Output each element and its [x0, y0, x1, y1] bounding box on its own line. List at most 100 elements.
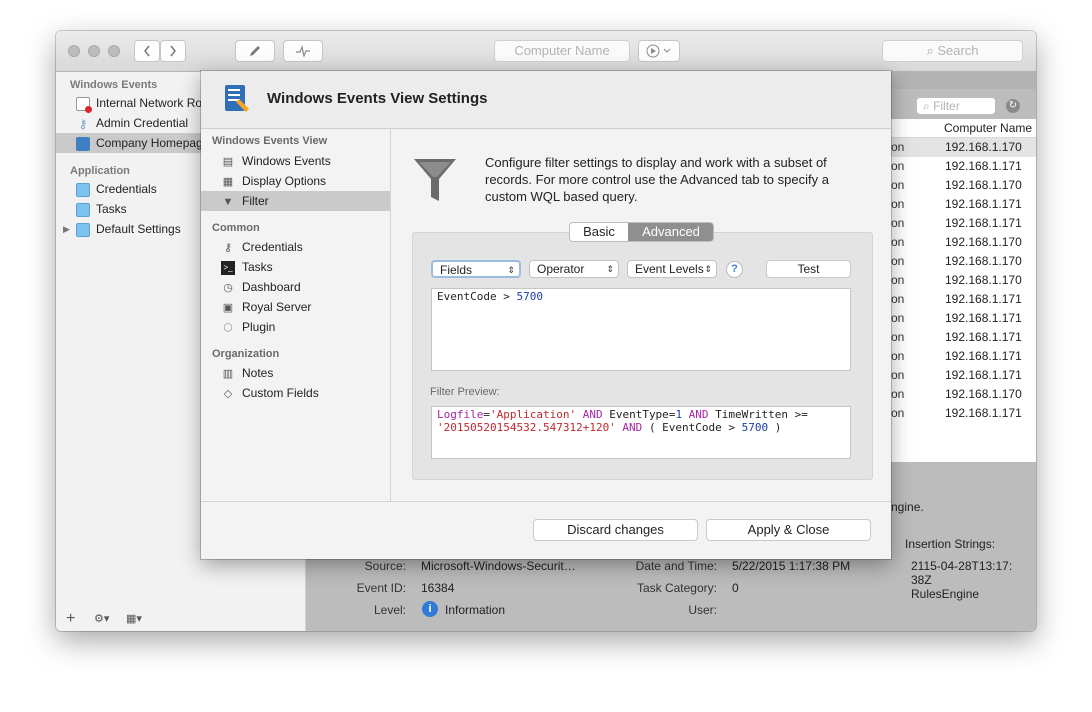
row-cell-truncated: on	[891, 159, 905, 173]
row-cell-computer-name: 192.168.1.170	[945, 235, 1022, 249]
table-row[interactable]: on 192.168.1.170	[891, 252, 1036, 271]
filter-funnel-icon	[414, 159, 456, 201]
table-row[interactable]: on 192.168.1.170	[891, 138, 1036, 157]
table-row[interactable]: on 192.168.1.171	[891, 309, 1036, 328]
activity-button[interactable]	[283, 40, 323, 62]
row-cell-truncated: on	[891, 330, 905, 344]
row-cell-computer-name: 192.168.1.171	[945, 311, 1022, 325]
server-icon: ▣	[222, 301, 234, 314]
gear-icon[interactable]: ⚙▾	[94, 612, 109, 625]
nav-item-notes[interactable]: ▥ Notes	[221, 363, 390, 383]
nav-item-tasks[interactable]: >_ Tasks	[221, 257, 390, 277]
toolbar: Computer Name ⌕ Search	[56, 31, 1036, 72]
table-row[interactable]: on 192.168.1.171	[891, 347, 1036, 366]
windows-events-app-icon	[225, 85, 249, 112]
query-editor[interactable]: EventCode > 5700	[431, 288, 851, 371]
event-id-label: Event ID:	[356, 581, 406, 595]
operator-popup[interactable]: Operator ⇕	[529, 260, 619, 278]
filter-description: Configure filter settings to display and…	[485, 155, 829, 204]
sheet-header: Windows Events View Settings	[201, 71, 891, 129]
tab-basic[interactable]: Basic	[570, 223, 628, 241]
row-cell-truncated: on	[891, 216, 905, 230]
row-cell-computer-name: 192.168.1.171	[945, 330, 1022, 344]
forward-button[interactable]	[160, 40, 186, 62]
discard-changes-button[interactable]: Discard changes	[533, 519, 698, 541]
search-icon: ⌕	[923, 99, 934, 113]
insertion-strings-label: Insertion Strings:	[905, 537, 996, 551]
sidebar-item-admin-credential[interactable]: ⚷ Admin Credential	[76, 113, 188, 133]
insertion-strings-line-3: RulesEngine	[911, 587, 980, 601]
event-levels-popup[interactable]: Event Levels ⇕	[627, 260, 717, 278]
row-cell-computer-name: 192.168.1.171	[945, 292, 1022, 306]
sidebar-item-default-settings[interactable]: Default Settings	[76, 219, 181, 239]
chevron-left-icon	[144, 45, 150, 57]
filter-icon: ▼	[222, 195, 234, 208]
table-row[interactable]: on 192.168.1.171	[891, 195, 1036, 214]
column-header-computer-name[interactable]: Computer Name	[891, 119, 1036, 138]
insertion-strings-line-2: 38Z	[911, 573, 932, 587]
search-field[interactable]: ⌕ Search	[882, 40, 1023, 62]
folder-icon	[76, 222, 90, 237]
row-cell-truncated: on	[891, 254, 905, 268]
nav-item-windows-events[interactable]: ▤ Windows Events	[221, 151, 390, 171]
disclosure-triangle-icon[interactable]: ▶	[63, 224, 70, 235]
test-button[interactable]: Test	[766, 260, 851, 278]
sidebar-item-internal-network[interactable]: Internal Network Ro	[76, 93, 202, 113]
updown-arrow-icon: ⇕	[507, 265, 515, 275]
computer-name-field[interactable]: Computer Name	[494, 40, 630, 62]
table-row[interactable]: on 192.168.1.171	[891, 157, 1036, 176]
tag-icon: ◇	[223, 387, 233, 400]
table-row[interactable]: on 192.168.1.170	[891, 271, 1036, 290]
row-cell-truncated: on	[891, 387, 905, 401]
nav-item-credentials[interactable]: ⚷ Credentials	[221, 237, 390, 257]
tab-advanced[interactable]: Advanced	[628, 223, 713, 241]
close-window-button[interactable]	[68, 45, 80, 57]
play-menu-button[interactable]	[638, 40, 680, 62]
row-cell-truncated: on	[891, 140, 905, 154]
table-row[interactable]: on 192.168.1.171	[891, 290, 1036, 309]
level-value: Information	[445, 603, 506, 617]
zoom-window-button[interactable]	[108, 45, 120, 57]
fields-popup[interactable]: Fields ⇕	[431, 260, 521, 278]
grid-view-icon[interactable]: ▦▾	[126, 612, 142, 625]
help-button[interactable]: ?	[726, 261, 743, 278]
back-button[interactable]	[134, 40, 160, 62]
refresh-icon[interactable]: ↻	[1006, 99, 1020, 113]
table-row[interactable]: on 192.168.1.171	[891, 366, 1036, 385]
edit-button[interactable]	[235, 40, 275, 62]
nav-section-organization: Organization	[212, 348, 280, 360]
nav-item-filter[interactable]: ▼ Filter	[201, 191, 390, 211]
nav-section-common: Common	[212, 222, 260, 234]
nav-item-custom-fields[interactable]: ◇ Custom Fields	[221, 383, 390, 403]
date-time-value: 5/22/2015 1:17:38 PM	[732, 559, 851, 573]
apply-close-button[interactable]: Apply & Close	[706, 519, 871, 541]
table-row[interactable]: on 192.168.1.170	[891, 176, 1036, 195]
event-message-fragment: ngine.	[891, 500, 924, 514]
notes-icon: ▥	[222, 367, 234, 380]
minimize-window-button[interactable]	[88, 45, 100, 57]
sidebar-item-credentials[interactable]: Credentials	[76, 179, 157, 199]
row-cell-computer-name: 192.168.1.171	[945, 216, 1022, 230]
gauge-icon: ◷	[223, 281, 233, 294]
nav-item-plugin[interactable]: ⬡ Plugin	[221, 317, 390, 337]
sidebar-group-application: Application	[70, 165, 130, 177]
event-id-value: 16384	[421, 581, 455, 595]
nav-item-dashboard[interactable]: ◷ Dashboard	[221, 277, 390, 297]
list-top-bar	[891, 72, 1036, 89]
table-row[interactable]: on 192.168.1.170	[891, 385, 1036, 404]
row-cell-computer-name: 192.168.1.171	[945, 406, 1022, 420]
nav-item-display-options[interactable]: ▦ Display Options	[221, 171, 390, 191]
table-row[interactable]: on 192.168.1.170	[891, 233, 1036, 252]
row-cell-truncated: on	[891, 235, 905, 249]
list-filter-field[interactable]: ⌕ Filter	[916, 97, 996, 115]
source-value: Microsoft-Windows-Securit…	[421, 559, 576, 573]
source-label: Source:	[364, 559, 406, 573]
add-icon[interactable]: +	[66, 610, 75, 628]
sidebar-item-tasks[interactable]: Tasks	[76, 199, 127, 219]
nav-item-royal-server[interactable]: ▣ Royal Server	[221, 297, 390, 317]
table-row[interactable]: on 192.168.1.171	[891, 404, 1036, 423]
key-icon: ⚷	[78, 116, 88, 131]
table-row[interactable]: on 192.168.1.171	[891, 214, 1036, 233]
sheet-navigation: Windows Events View ▤ Windows Events ▦ Dis…	[201, 129, 391, 501]
table-row[interactable]: on 192.168.1.171	[891, 328, 1036, 347]
